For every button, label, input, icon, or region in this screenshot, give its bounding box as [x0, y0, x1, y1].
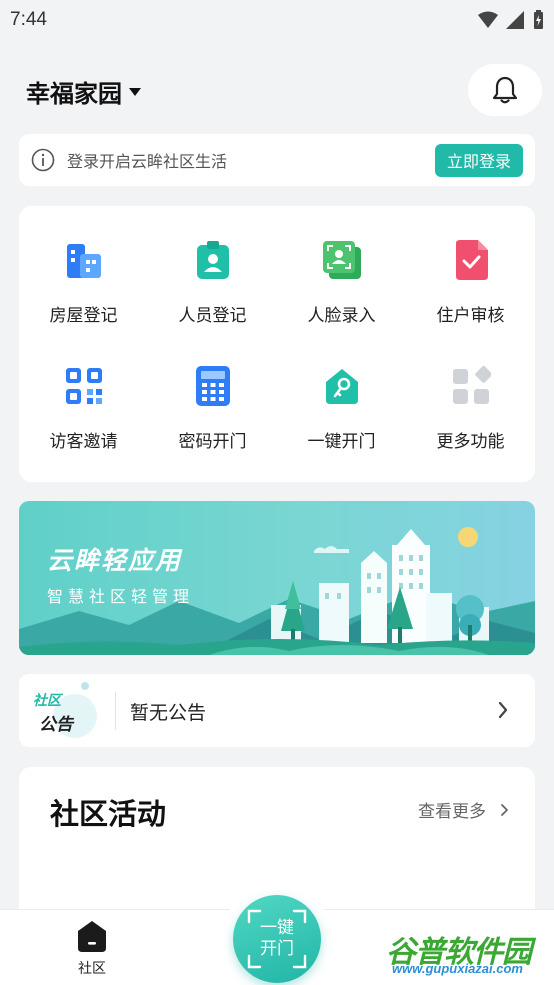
notice-text: 暂无公告: [130, 702, 207, 724]
feature-face-entry[interactable]: 人脸录入: [277, 206, 406, 326]
activity-more-link[interactable]: 查看更多: [418, 797, 509, 822]
notice-badge-line1: 社区: [33, 693, 61, 709]
login-prompt-text: 登录开启云眸社区生活: [67, 152, 228, 171]
keypad-icon: [195, 365, 230, 406]
bell-icon: [492, 76, 518, 104]
status-bar: 7:44: [0, 0, 554, 40]
feature-house-registration[interactable]: 房屋登记: [19, 206, 148, 326]
caret-down-icon: [129, 87, 141, 96]
activity-more-label: 查看更多: [418, 802, 486, 822]
feature-grid: 房屋登记 人员登记 人脸录入 住户审核 访客邀请 密码开门 一键开门 更多功能: [19, 206, 535, 482]
one-key-open-door-button[interactable]: 一键开门: [233, 895, 321, 983]
status-time: 7:44: [10, 9, 47, 30]
header: 幸福家园: [0, 62, 554, 118]
site-watermark: 谷普软件园 www.gupuxiazai.com: [384, 923, 552, 983]
login-prompt-bar: 登录开启云眸社区生活 立即登录: [19, 134, 535, 186]
person-badge-icon: [196, 240, 229, 279]
community-name: 幸福家园: [26, 80, 122, 108]
feature-more-functions[interactable]: 更多功能: [406, 332, 535, 452]
building-icon: [66, 243, 101, 278]
tab-community-label: 社区: [78, 961, 106, 977]
scan-frame-icon: [247, 909, 307, 969]
status-icons: [478, 10, 544, 30]
more-grid-icon: [452, 365, 491, 404]
feature-label: 房屋登记: [49, 306, 118, 326]
face-scan-icon: [322, 240, 361, 279]
wifi-icon: [478, 11, 498, 28]
info-icon: [31, 148, 55, 172]
community-notice-bar[interactable]: 社区 公告 暂无公告: [19, 674, 535, 747]
notice-badge: 社区 公告: [31, 682, 111, 740]
home-key-icon: [325, 368, 358, 404]
login-button[interactable]: 立即登录: [434, 143, 523, 177]
feature-one-key-open[interactable]: 一键开门: [277, 332, 406, 452]
feature-password-open[interactable]: 密码开门: [148, 332, 277, 452]
watermark-url: www.gupuxiazai.com: [392, 961, 523, 976]
feature-label: 人脸录入: [307, 306, 376, 326]
chevron-right-icon: [501, 803, 508, 816]
feature-resident-review[interactable]: 住户审核: [406, 206, 535, 326]
feature-visitor-invite[interactable]: 访客邀请: [19, 332, 148, 452]
feature-person-registration[interactable]: 人员登记: [148, 206, 277, 326]
feature-label: 一键开门: [307, 432, 376, 452]
activity-title: 社区活动: [50, 797, 167, 831]
feature-label: 访客邀请: [49, 432, 118, 452]
city-illustration: [19, 527, 535, 655]
feature-label: 密码开门: [178, 432, 247, 452]
tab-community[interactable]: 社区: [62, 918, 122, 978]
notice-divider: [115, 692, 116, 730]
feature-label: 更多功能: [436, 432, 505, 452]
promo-banner[interactable]: 云眸轻应用 智慧社区轻管理: [19, 501, 535, 655]
check-document-icon: [455, 239, 488, 280]
feature-label: 住户审核: [436, 306, 505, 326]
qr-code-icon: [65, 367, 102, 404]
signal-icon: [506, 11, 524, 29]
battery-icon: [534, 10, 543, 29]
banner-subtitle: 智慧社区轻管理: [47, 587, 195, 606]
notice-badge-line2: 公告: [39, 715, 73, 735]
notification-button[interactable]: [468, 64, 542, 116]
feature-label: 人员登记: [178, 306, 247, 326]
chevron-right-icon: [498, 701, 508, 719]
community-switcher[interactable]: 幸福家园: [26, 74, 142, 109]
home-tab-icon: [78, 921, 106, 952]
banner-title: 云眸轻应用: [47, 546, 183, 575]
